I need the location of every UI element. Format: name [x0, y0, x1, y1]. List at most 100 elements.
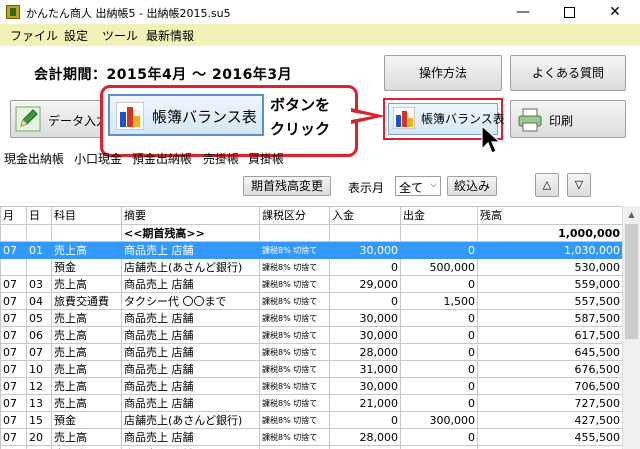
window-title: かんたん商人 出納帳5 - 出納帳2015.su5 [26, 7, 231, 20]
scroll-up-arrow-icon[interactable]: ▲ [623, 206, 640, 223]
col-description[interactable]: 摘要 [121, 206, 260, 225]
menu-news[interactable]: 最新情報 [146, 27, 194, 44]
close-button[interactable]: ✕ [592, 0, 638, 24]
scroll-thumb[interactable] [625, 224, 638, 339]
help-button[interactable]: 操作方法 [384, 55, 502, 91]
cell-withdrawal: 1,500 [400, 292, 478, 310]
menu-file[interactable]: ファイル [10, 27, 58, 44]
opening-balance-value: 1,000,000 [477, 224, 622, 242]
month-select[interactable]: 全て ⌵ [395, 176, 441, 196]
bar-chart-icon [393, 107, 415, 129]
move-up-button[interactable]: △ [535, 173, 559, 197]
cell-description: 商品売上 店舗 [121, 360, 260, 378]
table-row[interactable]: 07 20 売上高 商品売上 店舗 課税8% 切捨て 28,000 0 455,500 [0, 428, 622, 446]
table-row[interactable]: 0722売上高商品売上 店舗課税8% 切捨て23,0000478,500 [0, 445, 622, 449]
tab-petty-cash[interactable]: 小口現金 [74, 149, 122, 169]
table-row[interactable]: 07 05 売上高 商品売上 店舗 課税8% 切捨て 30,000 0 587,500 [0, 309, 622, 327]
vertical-scrollbar[interactable]: ▲ [622, 206, 640, 449]
cell-account: 売上高 [51, 394, 122, 412]
table-row[interactable]: 07 04 旅費交通費 タクシー代 〇〇まで 課税8% 切捨て 0 1,500 557,500 [0, 292, 622, 310]
cell-balance: 559,000 [477, 275, 622, 293]
col-account[interactable]: 科目 [51, 206, 122, 225]
cell-account: 売上高 [51, 377, 122, 395]
filter-button[interactable]: 絞込み [447, 176, 497, 196]
col-withdrawal[interactable]: 出金 [400, 206, 478, 225]
col-balance[interactable]: 残高 [477, 206, 622, 225]
cell-tax: 課税8% 切捨て [259, 258, 330, 276]
cell-account: 売上高 [51, 241, 122, 259]
table-row[interactable]: 07 13 売上高 商品売上 店舗 課税8% 切捨て 21,000 0 727,500 [0, 394, 622, 412]
cell-withdrawal: 0 [400, 241, 478, 259]
cell-month: 07 [0, 275, 27, 293]
callout-text: ボタンを クリック [270, 93, 330, 141]
table-row[interactable]: 07 06 売上高 商品売上 店舗 課税8% 切捨て 30,000 0 617,500 [0, 326, 622, 344]
cell-day: 04 [26, 292, 52, 310]
table-header-row: 月 日 科目 摘要 課税区分 入金 出金 残高 [0, 206, 622, 225]
cell-description: 商品売上 店舗 [121, 445, 260, 449]
cell-description: 商品売上 店舗 [121, 377, 260, 395]
table-row[interactable]: 07 10 売上高 商品売上 店舗 課税8% 切捨て 31,000 0 676,500 [0, 360, 622, 378]
cell-balance: 478,500 [477, 445, 622, 449]
tab-receivables[interactable]: 売掛帳 [203, 149, 239, 169]
data-input-label: データ入力 [48, 114, 109, 128]
cell-account: 売上高 [51, 326, 122, 344]
cell-description: タクシー代 〇〇まで [121, 292, 260, 310]
cell-deposit: 30,000 [329, 241, 401, 259]
tab-deposit-ledger[interactable]: 預金出納帳 [132, 149, 192, 169]
bar-chart-icon [116, 102, 144, 130]
title-bar: かんたん商人 出納帳5 - 出納帳2015.su5 — ✕ [0, 0, 640, 24]
cell-tax: 課税8% 切捨て [259, 326, 330, 344]
data-input-button[interactable]: データ入力 [10, 100, 108, 138]
cell-withdrawal: 0 [400, 343, 478, 361]
table-row[interactable]: 預金 店舗売上(あさんど銀行) 課税8% 切捨て 0 500,000 530,000 [0, 258, 622, 276]
table-row[interactable]: 07 03 売上高 商品売上 店舗 課税8% 切捨て 29,000 0 559,000 [0, 275, 622, 293]
table-row[interactable]: 07 15 預金 店舗売上(あさんど銀行) 課税8% 切捨て 0 300,000 427,50… [0, 411, 622, 429]
cell-account: 旅費交通費 [51, 292, 122, 310]
cell-day: 12 [26, 377, 52, 395]
cell-withdrawal: 0 [400, 275, 478, 293]
cell-description: 店舗売上(あさんど銀行) [121, 411, 260, 429]
cell-balance: 455,500 [477, 428, 622, 446]
cell-balance: 587,500 [477, 309, 622, 327]
month-label: 表示月 [348, 181, 385, 195]
cell-tax: 課税8% 切捨て [259, 343, 330, 361]
cell-balance: 530,000 [477, 258, 622, 276]
cell-month: 07 [0, 445, 27, 449]
table-row[interactable]: 07 07 売上高 商品売上 店舗 課税8% 切捨て 28,000 0 645,500 [0, 343, 622, 361]
faq-button[interactable]: よくある質問 [510, 55, 626, 91]
col-tax[interactable]: 課税区分 [259, 206, 330, 225]
table-row[interactable]: 07 12 売上高 商品売上 店舗 課税8% 切捨て 30,000 0 706,500 [0, 377, 622, 395]
maximize-icon [563, 6, 575, 18]
cell-description: 商品売上 店舗 [121, 326, 260, 344]
cell-description: 商品売上 店舗 [121, 309, 260, 327]
opening-balance-change-button[interactable]: 期首残高変更 [243, 176, 331, 196]
menu-tools[interactable]: ツール [102, 27, 138, 44]
printer-icon [518, 108, 542, 132]
col-day[interactable]: 日 [26, 206, 52, 225]
cell-month: 07 [0, 343, 27, 361]
col-month[interactable]: 月 [0, 206, 27, 225]
move-down-button[interactable]: ▽ [567, 173, 591, 197]
minimize-button[interactable]: — [500, 0, 546, 24]
ledger-tabs: 現金出納帳 小口現金 預金出納帳 売掛帳 買掛帳 [0, 149, 640, 169]
cell-balance: 727,500 [477, 394, 622, 412]
cell-day: 01 [26, 241, 52, 259]
cell-month: 07 [0, 428, 27, 446]
cell-withdrawal: 300,000 [400, 411, 478, 429]
cell-tax: 課税8% 切捨て [259, 377, 330, 395]
cell-day [26, 258, 52, 276]
tab-payables[interactable]: 買掛帳 [248, 149, 284, 169]
cell-account: 売上高 [51, 428, 122, 446]
opening-balance-row[interactable]: <<期首残高>> 1,000,000 [0, 224, 622, 242]
menu-settings[interactable]: 設定 [64, 27, 88, 44]
table-row[interactable]: 07 01 売上高 商品売上 店舗 課税8% 切捨て 30,000 0 1,030,000 [0, 241, 622, 259]
menu-bar: ファイル 設定 ツール 最新情報 [0, 24, 640, 46]
cell-month: 07 [0, 411, 27, 429]
tab-cash-ledger[interactable]: 現金出納帳 [4, 149, 65, 169]
opening-balance-label: <<期首残高>> [121, 224, 260, 242]
cell-tax: 課税8% 切捨て [259, 292, 330, 310]
print-button[interactable]: 印刷 [510, 100, 626, 138]
maximize-button[interactable] [546, 0, 592, 24]
cell-month: 07 [0, 241, 27, 259]
col-deposit[interactable]: 入金 [329, 206, 401, 225]
